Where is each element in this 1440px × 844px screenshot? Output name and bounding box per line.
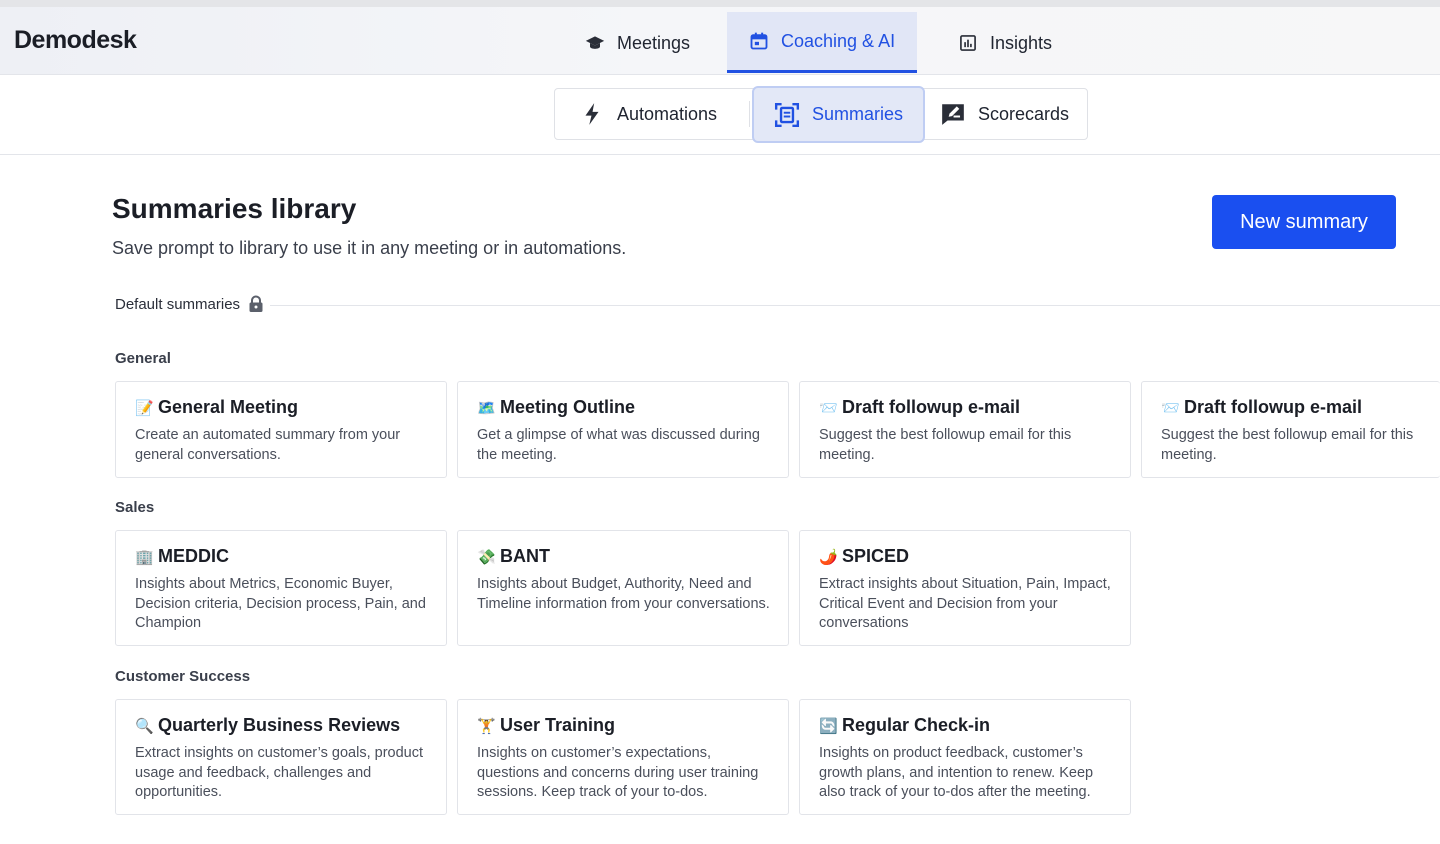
lightning-icon (585, 103, 599, 125)
graduation-cap-icon (585, 36, 605, 49)
card-title-row: 🔍 Quarterly Business Reviews (135, 715, 400, 736)
card-description: Create an automated summary from your ge… (135, 427, 401, 463)
card-title: BANT (500, 546, 550, 566)
bar-chart-icon (960, 35, 976, 51)
tab-summaries[interactable]: Summaries (752, 86, 926, 143)
summary-card-spiced[interactable]: 🌶️ SPICED Extract insights about Situati… (799, 530, 1131, 646)
card-title-row: 📨 Draft followup e-mail (819, 397, 1020, 418)
scorecard-edit-icon (942, 104, 964, 125)
demodesk-logo[interactable]: Demodesk (14, 26, 137, 55)
card-title-row: 🌶️ SPICED (819, 546, 909, 567)
card-title-row: 📝 General Meeting (135, 397, 298, 418)
envelope-icon: 📨 (1161, 399, 1180, 417)
card-title: Draft followup e-mail (1184, 397, 1363, 417)
summary-card-meddic[interactable]: 🏢 MEDDIC Insights about Metrics, Economi… (115, 530, 447, 646)
sub-tab-divider (749, 101, 750, 127)
summary-card-draft-followup-email[interactable]: 📨 Draft followup e-mail Suggest the best… (799, 381, 1131, 478)
tab-meetings-label: Meetings (617, 32, 691, 53)
card-description: Extract insights about Situation, Pain, … (819, 576, 1111, 631)
card-title-row: 💸 BANT (477, 546, 550, 567)
document-scan-icon (774, 102, 800, 127)
sub-navigation-bar: Automations Summaries Scorecards (0, 76, 1440, 155)
card-title-row: 🔄 Regular Check-in (819, 715, 990, 736)
card-description: Insights on customer’s expectations, que… (477, 745, 759, 800)
summary-card-draft-followup-email-2[interactable]: 📨 Draft followup e-mail Suggest the best… (1141, 381, 1440, 478)
weightlifter-icon: 🏋️ (477, 717, 496, 735)
card-title: Regular Check-in (842, 715, 991, 735)
tab-insights-label: Insights (990, 32, 1053, 53)
window-top-strip (0, 0, 1440, 7)
page-subtitle: Save prompt to library to use it in any … (112, 238, 627, 258)
sub-tab-group: Automations Summaries Scorecards (554, 86, 1088, 143)
card-description: Suggest the best followup email for this… (1161, 427, 1414, 463)
calendar-icon (750, 32, 768, 50)
summary-card-user-training[interactable]: 🏋️ User Training Insights on customer’s … (457, 699, 789, 815)
default-summaries-header: Default summaries (115, 295, 264, 313)
envelope-icon: 📨 (819, 399, 838, 417)
page-title: Summaries library (112, 193, 357, 224)
summary-card-quarterly-business-reviews[interactable]: 🔍 Quarterly Business Reviews Extract ins… (115, 699, 447, 815)
tab-automations[interactable]: Automations (579, 89, 717, 139)
chili-pepper-icon: 🌶️ (819, 548, 838, 566)
card-title: Meeting Outline (500, 397, 635, 417)
card-description: Extract insights on customer’s goals, pr… (135, 745, 423, 800)
default-summaries-label: Default summaries (115, 295, 241, 313)
magnifier-icon: 🔍 (135, 717, 154, 735)
card-description: Suggest the best followup email for this… (819, 427, 1072, 463)
card-title: Draft followup e-mail (842, 397, 1021, 417)
section-label-sales: Sales (115, 499, 155, 516)
card-description: Insights on product feedback, customer’s… (819, 745, 1094, 800)
card-description: Get a glimpse of what was discussed duri… (477, 427, 760, 463)
tab-scorecards[interactable]: Scorecards (940, 89, 1069, 139)
summary-card-regular-check-in[interactable]: 🔄 Regular Check-in Insights on product f… (799, 699, 1131, 815)
map-icon: 🗺️ (477, 399, 496, 417)
lock-icon (249, 295, 263, 312)
card-title: SPICED (842, 546, 910, 566)
card-title: Quarterly Business Reviews (158, 715, 401, 735)
card-description: Insights about Metrics, Economic Buyer, … (135, 576, 426, 631)
tab-automations-label: Automations (617, 103, 718, 124)
default-summaries-divider (270, 305, 1440, 306)
card-title-row: 🏋️ User Training (477, 715, 615, 736)
memo-icon: 📝 (135, 399, 154, 417)
tab-coaching-ai-label: Coaching & AI (781, 30, 896, 51)
summary-card-bant[interactable]: 💸 BANT Insights about Budget, Authority,… (457, 530, 789, 646)
card-description: Insights about Budget, Authority, Need a… (477, 576, 770, 612)
card-title: MEDDIC (158, 546, 229, 566)
summary-card-meeting-outline[interactable]: 🗺️ Meeting Outline Get a glimpse of what… (457, 381, 789, 478)
section-label-general: General (115, 350, 171, 367)
tab-summaries-label: Summaries (812, 104, 904, 124)
money-icon: 💸 (477, 548, 496, 566)
new-summary-button[interactable]: New summary (1212, 195, 1396, 249)
card-title-row: 📨 Draft followup e-mail (1161, 397, 1362, 418)
refresh-arrows-icon: 🔄 (819, 717, 838, 735)
office-building-icon: 🏢 (135, 548, 154, 566)
card-title: User Training (500, 715, 616, 735)
card-title-row: 🗺️ Meeting Outline (477, 397, 635, 418)
tab-insights[interactable]: Insights (936, 13, 1074, 73)
card-title-row: 🏢 MEDDIC (135, 546, 229, 567)
tab-coaching-ai[interactable]: Coaching & AI (727, 12, 918, 73)
card-title: General Meeting (158, 397, 299, 417)
tab-scorecards-label: Scorecards (978, 103, 1070, 124)
tab-meetings[interactable]: Meetings (563, 13, 712, 73)
top-navigation-bar: Demodesk Meetings Coaching & AI Insights (0, 7, 1440, 75)
summary-card-general-meeting[interactable]: 📝 General Meeting Create an automated su… (115, 381, 447, 478)
section-label-customer-success: Customer Success (115, 668, 251, 685)
